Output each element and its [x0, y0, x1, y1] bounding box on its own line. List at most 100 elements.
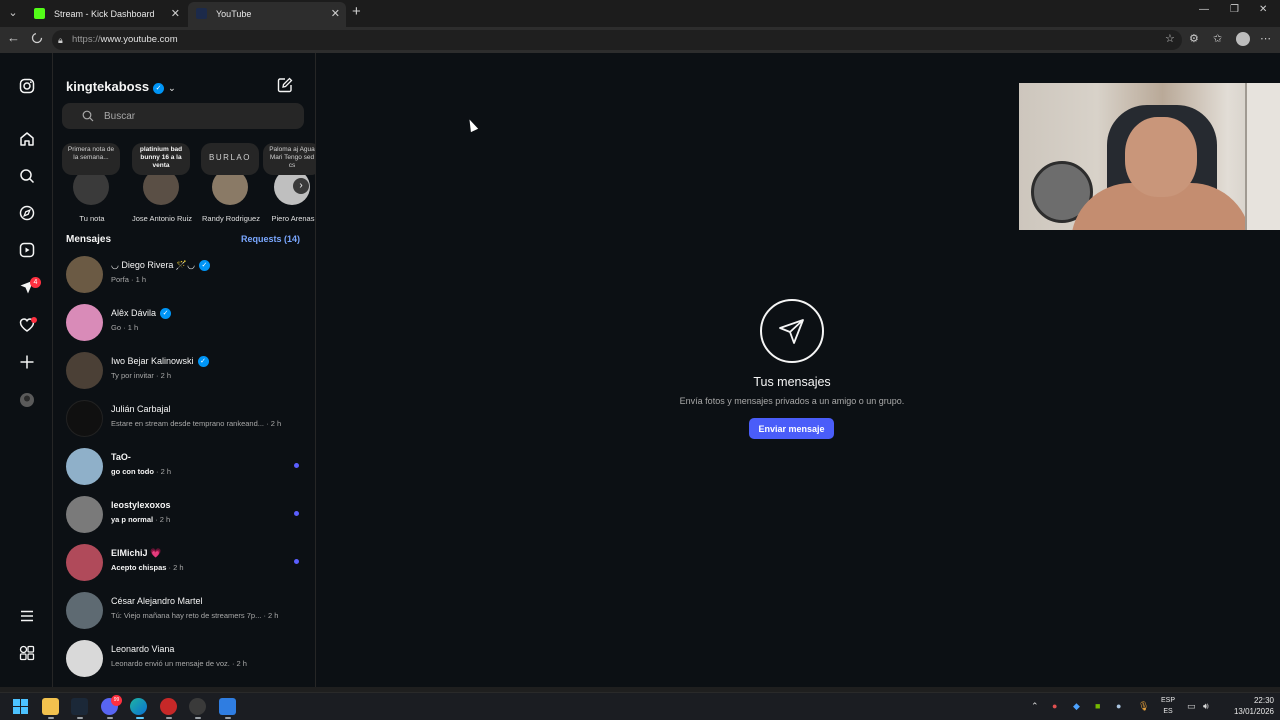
network-icon[interactable]: ▭ [1187, 701, 1196, 712]
address-bar[interactable]: 🔒︎ https://www.youtube.com [52, 30, 1182, 50]
note-bubble: BURLAO [201, 143, 259, 175]
volume-icon[interactable]: 🔊︎ [1203, 701, 1209, 712]
file-explorer-icon[interactable] [42, 698, 59, 715]
running-indicator [225, 717, 231, 719]
close-tab-icon[interactable]: ✕ [331, 2, 340, 26]
notepad-icon[interactable] [219, 698, 236, 715]
tray-app-icon[interactable]: ◆ [1073, 701, 1080, 712]
thread-preview: Porfa · 1 h [111, 275, 147, 284]
thread-avatar [66, 352, 103, 389]
tab-kick-dashboard[interactable]: Stream - Kick Dashboard ✕ [26, 2, 186, 27]
requests-link[interactable]: Requests (14) [241, 234, 300, 244]
running-indicator [48, 717, 54, 719]
search-box [62, 103, 304, 129]
input-language[interactable]: ESP ES [1160, 695, 1176, 717]
edge-browser-icon[interactable] [130, 698, 147, 715]
note-name: Piero Arenas [271, 214, 315, 223]
tray-overflow-chevron-icon[interactable]: ⌃ [1031, 701, 1039, 712]
more-menu-icon[interactable]: ⋯ [1260, 32, 1271, 45]
chevron-down-icon: ⌄ [168, 83, 176, 93]
note-name: Tu nota [79, 214, 105, 223]
tab-youtube[interactable]: YouTube ✕ [188, 2, 346, 27]
create-plus-icon[interactable] [17, 352, 37, 372]
thread-item[interactable]: Alêx Dávila ✓ Go · 1 h [54, 300, 315, 348]
tray-app-icon[interactable]: ● [1052, 701, 1057, 711]
browser-window: ⌄ Stream - Kick Dashboard ✕ YouTube ✕ + … [0, 0, 1280, 692]
minimize-icon[interactable]: — [1199, 4, 1209, 15]
search-icon [82, 109, 94, 127]
microphone-tray-icon[interactable]: 🎙︎ [1138, 701, 1149, 712]
thread-item[interactable]: leostylexoxos ya p normal · 2 h [54, 492, 315, 540]
thread-name: leostylexoxos [111, 500, 171, 510]
thread-avatar [66, 448, 103, 485]
thread-name: César Alejandro Martel [111, 596, 203, 606]
thread-name: ◡ Diego Rivera 🪄◡ ✓ [111, 260, 210, 271]
verified-badge-icon: ✓ [160, 308, 172, 319]
url-host: www.youtube.com [100, 34, 178, 45]
nav-rail: 4 [0, 53, 53, 687]
discord-badge: 99 [111, 695, 122, 706]
home-icon[interactable] [17, 129, 37, 149]
messages-header: Mensajes Requests (14) [66, 234, 300, 248]
maximize-icon[interactable]: ❐ [1230, 4, 1239, 15]
thread-name: ElMichiJ 💗 [111, 548, 162, 558]
nvidia-tray-icon[interactable]: ■ [1095, 701, 1100, 711]
thread-name: Julián Carbajal [111, 404, 171, 414]
active-indicator [136, 717, 144, 719]
thread-preview: Estare en stream desde temprano rankeand… [111, 419, 282, 428]
favorite-star-icon[interactable]: ☆ [1165, 32, 1175, 45]
thread-item[interactable]: Leonardo Viana Leonardo envió un mensaje… [54, 636, 315, 684]
notes-next-arrow-icon[interactable]: › [293, 178, 309, 194]
back-icon[interactable]: ← [7, 30, 20, 45]
thread-item[interactable]: ◡ Diego Rivera 🪄◡ ✓ Porfa · 1 h [54, 252, 315, 300]
running-indicator [107, 717, 113, 719]
send-message-button[interactable]: Enviar mensaje [749, 418, 834, 439]
favorites-icon[interactable]: ✩ [1213, 32, 1222, 45]
youtube-favicon-icon [196, 8, 207, 19]
search-input[interactable] [104, 107, 294, 125]
steam-icon[interactable] [71, 698, 88, 715]
thread-item[interactable]: César Alejandro Martel Tú: Viejo mañana … [54, 588, 315, 636]
profile-avatar-icon[interactable] [17, 390, 37, 410]
close-tab-icon[interactable]: ✕ [171, 2, 180, 26]
thread-item[interactable]: ElMichiJ 💗 Acepto chispas · 2 h [54, 540, 315, 588]
thread-item[interactable]: Julián Carbajal Estare en stream desde t… [54, 396, 315, 444]
close-window-icon[interactable]: ✕ [1259, 4, 1267, 15]
loading-icon[interactable] [31, 32, 43, 47]
new-tab-icon[interactable]: + [352, 3, 361, 20]
thread-avatar [66, 592, 103, 629]
profile-avatar[interactable] [1236, 32, 1250, 46]
site-info-icon[interactable]: 🔒︎ [58, 30, 63, 50]
reels-icon[interactable] [17, 240, 37, 260]
search-icon[interactable] [17, 166, 37, 186]
verified-badge-icon: ✓ [153, 83, 165, 94]
thread-avatar [66, 640, 103, 677]
app-icon[interactable] [189, 698, 206, 715]
extensions-icon[interactable]: ⚙ [1189, 32, 1199, 45]
webcam-person-face [1125, 117, 1197, 197]
thread-preview: Leonardo envió un mensaje de voz. · 2 h [111, 659, 247, 668]
verified-badge-icon: ✓ [198, 260, 210, 271]
thread-preview: Ty por invitar · 2 h [111, 371, 172, 380]
tab-actions-menu-icon[interactable]: ⌄ [4, 4, 22, 22]
kick-favicon-icon [34, 8, 45, 19]
unread-dot [294, 559, 299, 564]
thread-avatar [66, 496, 103, 533]
windows-start-icon[interactable] [12, 698, 29, 715]
instagram-logo-icon[interactable] [17, 76, 37, 96]
username: kingtekaboss [66, 79, 150, 94]
explore-icon[interactable] [17, 203, 37, 223]
thread-avatar [66, 304, 103, 341]
steam-tray-icon[interactable]: ● [1116, 701, 1121, 711]
clock[interactable]: 22:30 13/01/2026 [1222, 695, 1274, 717]
thread-preview: go con todo · 2 h [111, 467, 172, 476]
taskbar: 99 ⌃ ● ◆ ■ ● 🎙︎ ESP ES ▭ 🔊︎ 22:30 13/01/20… [0, 692, 1280, 720]
account-switcher[interactable]: kingtekaboss ✓ ⌄ [66, 79, 176, 94]
new-message-compose-icon[interactable] [277, 77, 293, 98]
thread-item[interactable]: Iwo Bejar Kalinowski ✓ Ty por invitar · 2… [54, 348, 315, 396]
running-indicator [166, 717, 172, 719]
obs-icon[interactable] [160, 698, 177, 715]
also-from-meta-icon[interactable] [17, 643, 37, 663]
thread-item[interactable]: TaO- go con todo · 2 h [54, 444, 315, 492]
more-menu-hamburger-icon[interactable] [17, 606, 37, 626]
